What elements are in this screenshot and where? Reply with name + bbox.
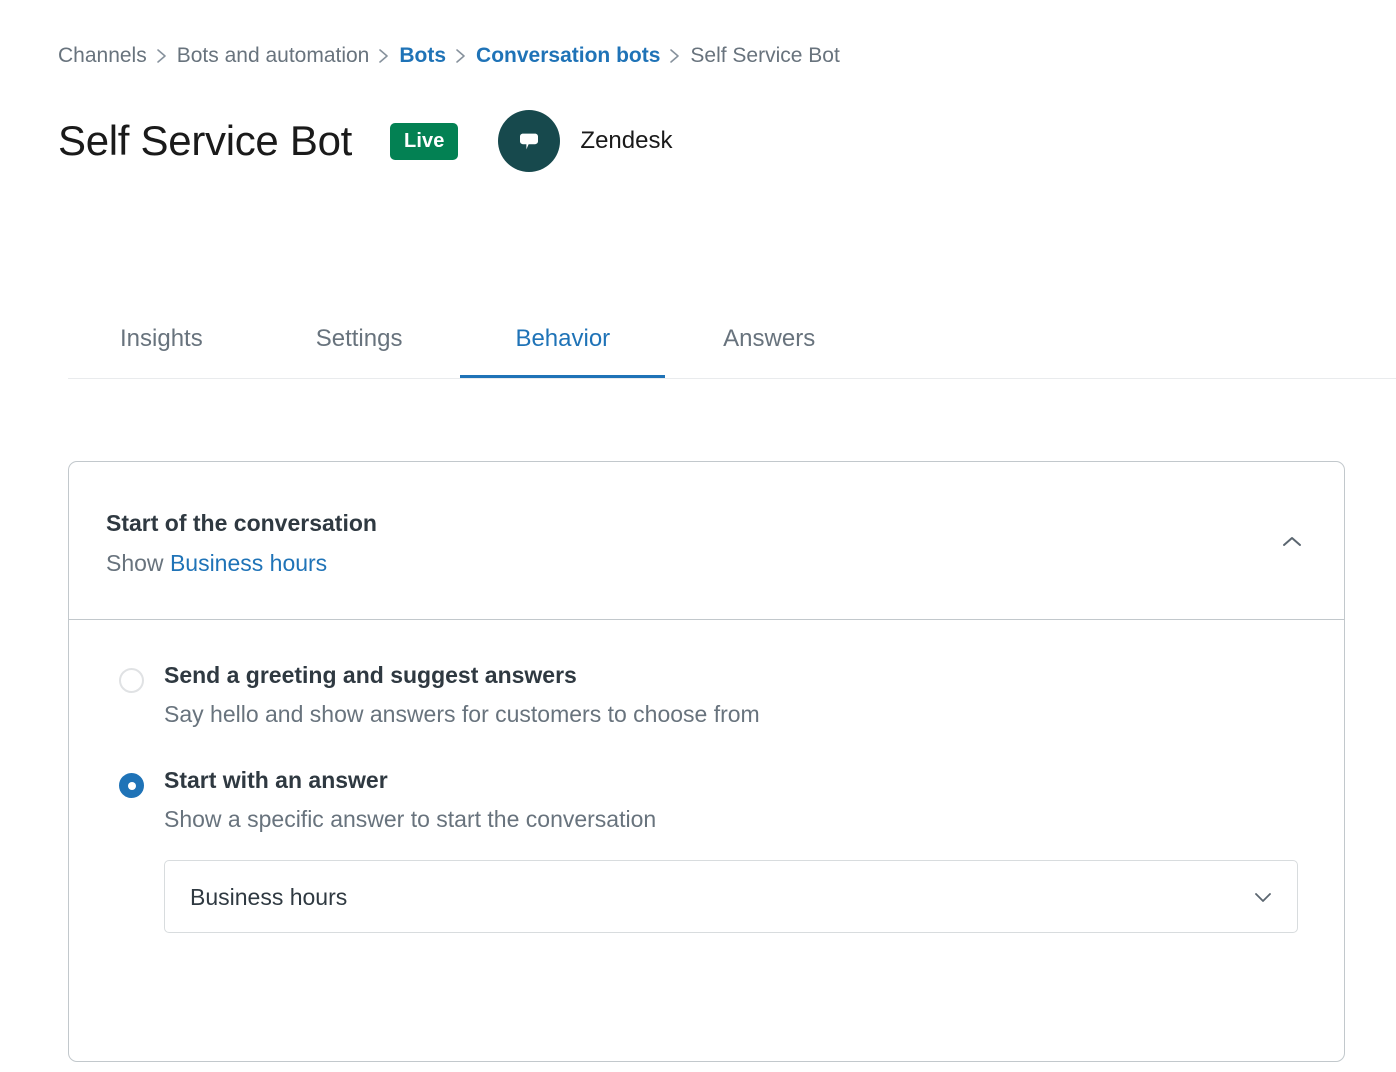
option-description: Show a specific answer to start the conv… bbox=[164, 806, 657, 832]
card-body: Send a greeting and suggest answers Say … bbox=[69, 620, 1344, 933]
chevron-right-icon bbox=[446, 46, 476, 66]
option-title: Send a greeting and suggest answers bbox=[164, 662, 577, 688]
tab-label: Insights bbox=[120, 325, 203, 352]
card-subtitle-prefix: Show bbox=[106, 550, 164, 576]
tab-bar-divider bbox=[68, 378, 1396, 379]
chevron-right-icon bbox=[660, 46, 690, 66]
breadcrumb-item-self-service-bot: Self Service Bot bbox=[690, 44, 840, 67]
status-badge: Live bbox=[390, 122, 459, 160]
option-send-greeting[interactable]: Send a greeting and suggest answers Say … bbox=[69, 660, 1344, 729]
tab-settings[interactable]: Settings bbox=[316, 325, 403, 379]
chevron-right-icon bbox=[369, 46, 399, 66]
option-description: Say hello and show answers for customers… bbox=[164, 701, 760, 727]
breadcrumb-item-conversation-bots[interactable]: Conversation bots bbox=[476, 38, 660, 74]
chevron-right-icon bbox=[147, 46, 177, 66]
breadcrumb-item-bots[interactable]: Bots bbox=[399, 38, 446, 74]
page-header: Self Service Bot Live Zendesk bbox=[58, 108, 672, 174]
page-title: Self Service Bot bbox=[58, 117, 352, 164]
tab-label: Behavior bbox=[515, 325, 611, 352]
answer-select-value: Business hours bbox=[190, 883, 348, 910]
card-subtitle: Show Business hours bbox=[106, 548, 1344, 578]
tab-label: Settings bbox=[315, 325, 403, 352]
chevron-up-icon[interactable] bbox=[1270, 520, 1314, 564]
card-title: Start of the conversation bbox=[106, 510, 377, 536]
start-of-conversation-card: Start of the conversation Show Business … bbox=[68, 461, 1345, 1062]
radio-start-with-answer[interactable] bbox=[119, 773, 144, 798]
tab-insights[interactable]: Insights bbox=[120, 325, 203, 379]
radio-send-greeting[interactable] bbox=[119, 668, 144, 693]
tab-answers[interactable]: Answers bbox=[723, 325, 815, 379]
breadcrumb-item-bots-and-automation[interactable]: Bots and automation bbox=[177, 38, 370, 74]
option-start-with-answer[interactable]: Start with an answer Show a specific ans… bbox=[69, 765, 1344, 933]
breadcrumb-item-channels[interactable]: Channels bbox=[58, 38, 147, 74]
tab-behavior[interactable]: Behavior bbox=[460, 325, 665, 379]
answer-select[interactable]: Business hours bbox=[164, 860, 1298, 933]
breadcrumb: Channels Bots and automation Bots Conver… bbox=[58, 38, 840, 74]
zendesk-chat-bubble-icon bbox=[498, 110, 561, 172]
chevron-down-icon bbox=[1251, 885, 1275, 909]
tab-bar: Insights Settings Behavior Answers bbox=[0, 300, 1396, 379]
tab-label: Answers bbox=[723, 325, 816, 352]
card-header: Start of the conversation Show Business … bbox=[69, 462, 1344, 620]
option-title: Start with an answer bbox=[164, 767, 388, 793]
card-subtitle-link[interactable]: Business hours bbox=[170, 550, 327, 576]
brand-channel: Zendesk bbox=[498, 110, 672, 172]
brand-label: Zendesk bbox=[580, 127, 673, 154]
